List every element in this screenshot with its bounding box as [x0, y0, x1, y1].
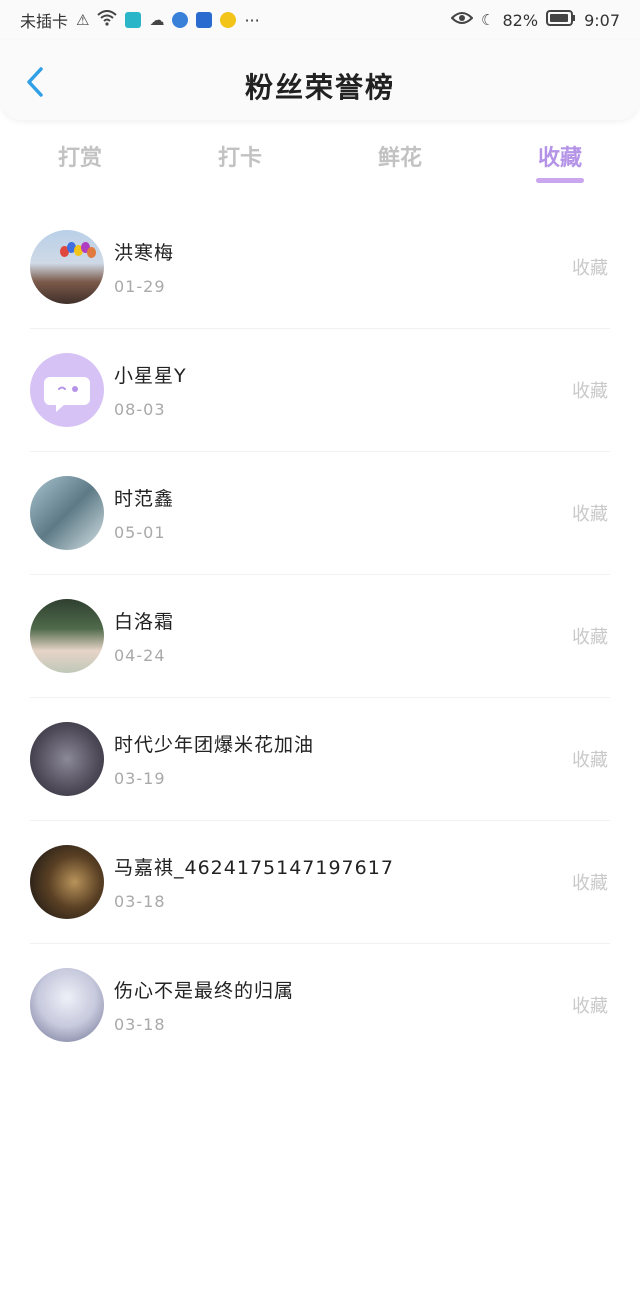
tab-label: 打赏: [57, 146, 102, 171]
fan-list: 洪寒梅 01-29 收藏 小星星Y 08-03 收藏 时范鑫 05-01 收藏: [0, 205, 640, 1066]
tab-label: 收藏: [537, 146, 582, 171]
page-title: 粉丝荣誉榜: [244, 71, 395, 104]
list-item[interactable]: 时范鑫 05-01 收藏: [0, 451, 640, 574]
status-bar: 未插卡 ⚠ ☁ ··· ☾ 82% 9:07: [0, 0, 640, 40]
battery-icon: [546, 10, 576, 30]
item-date: 05-01: [114, 522, 166, 542]
item-date: 01-29: [114, 276, 166, 296]
avatar: [30, 967, 104, 1042]
tab-checkin[interactable]: 打卡: [160, 122, 320, 190]
item-date: 03-18: [114, 1014, 166, 1034]
moon-icon: ☾: [481, 11, 495, 29]
user-name: 伤心不是最终的归属: [114, 979, 295, 1002]
list-item[interactable]: 小星星Y 08-03 收藏: [0, 328, 640, 451]
avatar: [30, 598, 104, 673]
user-name: 小星星Y: [114, 364, 187, 387]
tab-flowers[interactable]: 鲜花: [320, 122, 480, 190]
avatar: [30, 721, 104, 796]
user-name: 洪寒梅: [114, 241, 175, 264]
list-item[interactable]: 时代少年团爆米花加油 03-19 收藏: [0, 697, 640, 820]
favorite-action[interactable]: 收藏: [572, 377, 608, 403]
favorite-action[interactable]: 收藏: [572, 869, 608, 895]
favorite-action[interactable]: 收藏: [572, 500, 608, 526]
wifi-icon: [97, 10, 118, 30]
item-date: 04-24: [114, 645, 166, 665]
cloud-icon: ☁: [149, 11, 165, 29]
clock-time: 9:07: [584, 10, 620, 30]
balloons-image: [60, 241, 96, 262]
chat-bubble-icon: [44, 376, 90, 412]
header: 粉丝荣誉榜: [0, 40, 640, 120]
favorite-action[interactable]: 收藏: [572, 746, 608, 772]
list-item-info: 伤心不是最终的归属 03-18: [114, 976, 640, 1034]
tab-label: 打卡: [217, 146, 262, 171]
item-date: 03-18: [114, 891, 166, 911]
list-item[interactable]: 马嘉祺_4624175147197617 03-18 收藏: [0, 820, 640, 943]
list-item[interactable]: 伤心不是最终的归属 03-18 收藏: [0, 943, 640, 1066]
tab-label: 鲜花: [377, 146, 422, 171]
favorite-action[interactable]: 收藏: [572, 623, 608, 649]
list-item-info: 小星星Y 08-03: [114, 361, 640, 419]
battery-percent: 82%: [502, 10, 539, 30]
avatar: [30, 844, 104, 919]
tab-bar: 打赏 打卡 鲜花 收藏: [0, 122, 640, 190]
music-app-icon: [220, 12, 237, 28]
more-notifications-icon: ···: [244, 10, 260, 30]
navigation-app-icon: [196, 12, 213, 28]
tab-reward[interactable]: 打赏: [0, 122, 160, 190]
favorite-action[interactable]: 收藏: [572, 254, 608, 280]
list-item-info: 洪寒梅 01-29: [114, 238, 640, 296]
list-item-info: 时范鑫 05-01: [114, 484, 640, 542]
active-tab-indicator: [536, 178, 584, 183]
browser-icon: [172, 12, 189, 28]
carrier-label: 未插卡: [20, 12, 69, 31]
tab-favorites[interactable]: 收藏: [480, 122, 640, 190]
status-right: ☾ 82% 9:07: [450, 10, 620, 30]
list-item-info: 白洛霜 04-24: [114, 607, 640, 665]
list-item-info: 马嘉祺_4624175147197617 03-18: [114, 853, 640, 911]
favorite-action[interactable]: 收藏: [572, 992, 608, 1018]
user-name: 马嘉祺_4624175147197617: [114, 856, 394, 879]
item-date: 03-19: [114, 768, 166, 788]
eye-comfort-icon: [450, 11, 474, 29]
avatar: [30, 475, 104, 550]
item-date: 08-03: [114, 399, 166, 419]
app-notification-icon: [125, 12, 142, 28]
list-item-info: 时代少年团爆米花加油 03-19: [114, 730, 640, 788]
user-name: 时范鑫: [114, 487, 175, 510]
user-name: 时代少年团爆米花加油: [114, 733, 315, 756]
user-name: 白洛霜: [114, 610, 175, 633]
avatar: [30, 229, 104, 304]
avatar: [30, 352, 104, 427]
list-item[interactable]: 白洛霜 04-24 收藏: [0, 574, 640, 697]
sim-alert-icon: ⚠: [76, 11, 90, 29]
status-left: 未插卡 ⚠ ☁ ···: [20, 8, 260, 32]
list-item[interactable]: 洪寒梅 01-29 收藏: [0, 205, 640, 328]
